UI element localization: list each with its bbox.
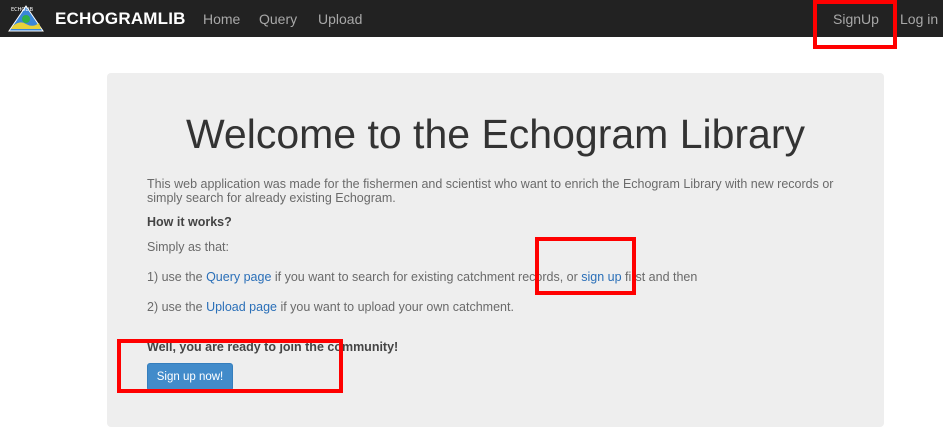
brand-name[interactable]: ECHOGRAMLIB (55, 9, 186, 29)
query-page-link[interactable]: Query page (206, 270, 271, 284)
logo-lettering: ECHOLIB (11, 7, 34, 13)
step-one-text: 1) use the Query page if you want to sea… (147, 270, 697, 284)
nav-login-link[interactable]: Log in (900, 11, 938, 27)
intro-text: This web application was made for the fi… (147, 177, 834, 205)
sign-up-now-button[interactable]: Sign up now! (147, 363, 233, 391)
nav-home-link[interactable]: Home (203, 11, 240, 27)
step-two-prefix: 2) use the (147, 300, 207, 314)
simply-text: Simply as that: (147, 240, 229, 254)
welcome-panel: Welcome to the Echogram Library This web… (107, 73, 884, 427)
step-two-text: 2) use the Upload page if you want to up… (147, 300, 514, 314)
step-one-middle: if you want to search for existing catch… (271, 270, 582, 284)
step-one-suffix: first and then (621, 270, 698, 284)
step-one-prefix: 1) use the (147, 270, 207, 284)
how-it-works-heading: How it works? (147, 215, 232, 229)
page-title: Welcome to the Echogram Library (185, 111, 806, 157)
top-navbar: ECHOLIB ECHOGRAMLIB Home Query Upload Si… (0, 0, 943, 37)
nav-signup-link[interactable]: SignUp (833, 11, 879, 27)
step-two-suffix: if you want to upload your own catchment… (276, 300, 514, 314)
nav-query-link[interactable]: Query (259, 11, 297, 27)
echolib-logo-icon[interactable]: ECHOLIB (8, 5, 44, 32)
ready-text: Well, you are ready to join the communit… (147, 340, 399, 354)
sign-up-inline-link[interactable]: sign up (581, 270, 621, 284)
upload-page-link[interactable]: Upload page (206, 300, 277, 314)
nav-upload-link[interactable]: Upload (318, 11, 362, 27)
